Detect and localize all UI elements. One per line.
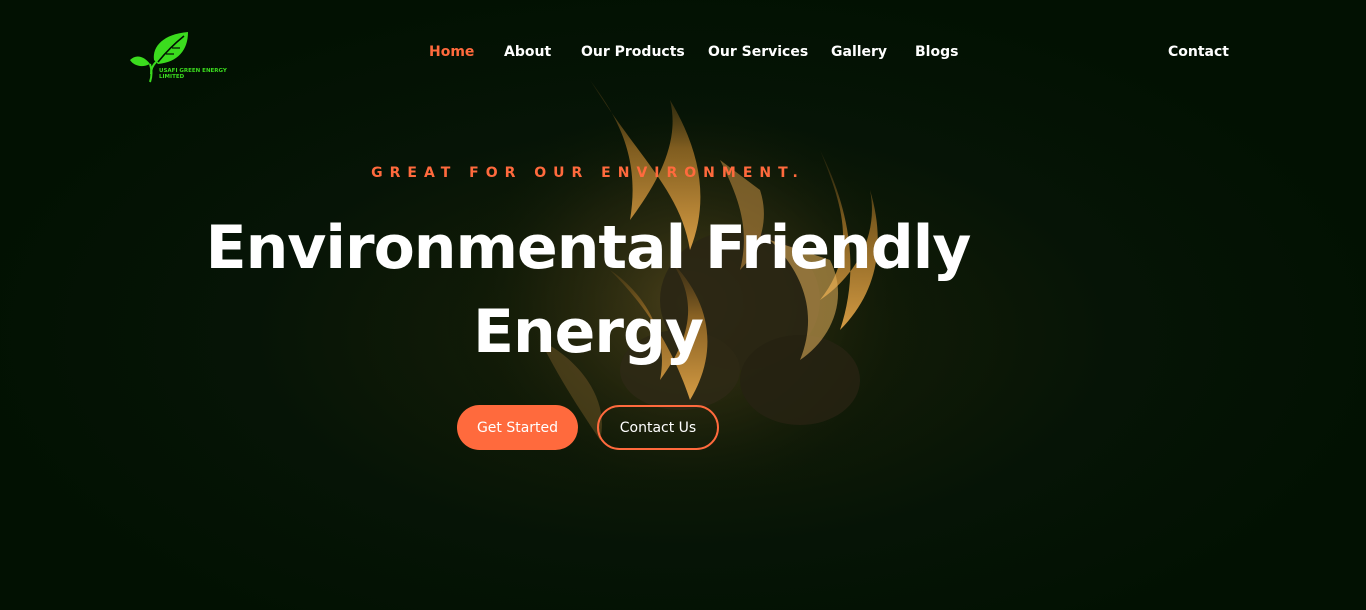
nav-item-our-products[interactable]: Our Products — [581, 44, 685, 60]
brand-name: USAFI GREEN ENERGY LIMITED — [159, 68, 227, 80]
hero-section: USAFI GREEN ENERGY LIMITED Home About Ou… — [0, 0, 1366, 610]
brand-logo[interactable]: USAFI GREEN ENERGY LIMITED — [128, 30, 232, 84]
nav-item-gallery[interactable]: Gallery — [831, 44, 887, 60]
nav-item-home[interactable]: Home — [429, 44, 474, 60]
nav-item-about[interactable]: About — [504, 44, 551, 60]
nav-item-our-services[interactable]: Our Services — [708, 44, 808, 60]
hero-headline: Environmental Friendly Energy — [205, 213, 972, 367]
contact-us-button[interactable]: Contact Us — [597, 405, 719, 450]
get-started-button[interactable]: Get Started — [457, 405, 578, 450]
nav-item-contact[interactable]: Contact — [1168, 44, 1229, 60]
nav-item-blogs[interactable]: Blogs — [915, 44, 958, 60]
hero-tagline: GREAT FOR OUR ENVIRONMENT. — [371, 165, 805, 181]
